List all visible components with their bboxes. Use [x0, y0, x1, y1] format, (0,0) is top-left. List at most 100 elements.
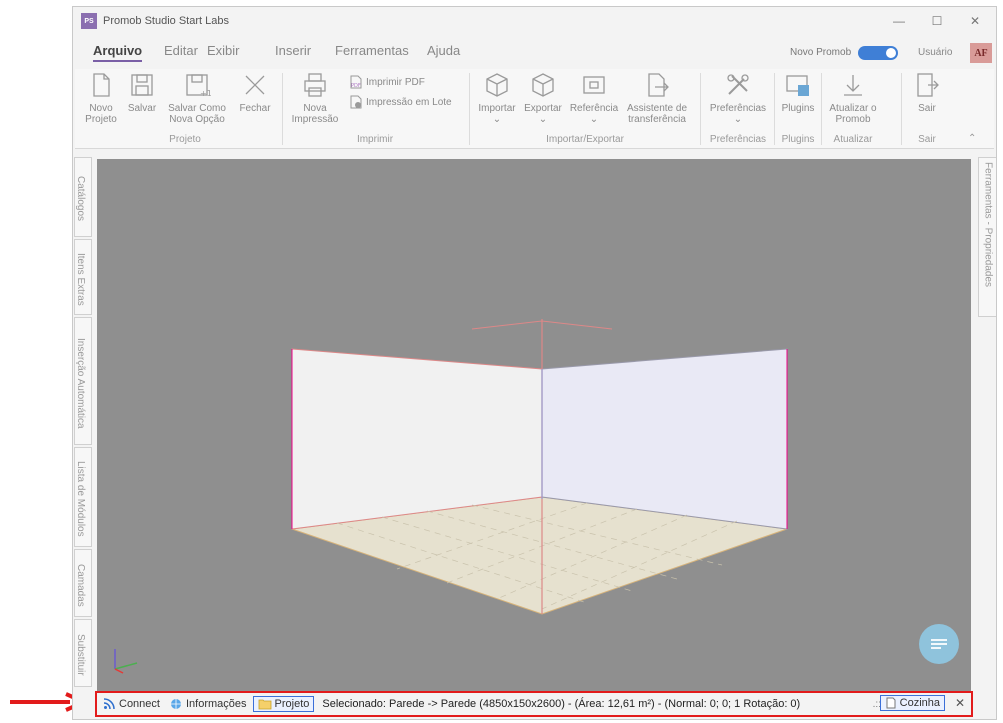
tab-camadas-label: Camadas	[75, 563, 86, 607]
imprimir-pdf-button[interactable]: PDF Imprimir PDF	[349, 75, 425, 89]
menu-ferramentas[interactable]: Ferramentas	[335, 43, 409, 58]
importar-label: Importar	[478, 103, 516, 114]
menu-inserir[interactable]: Inserir	[275, 43, 311, 58]
left-wall	[291, 348, 543, 530]
ribbon-divider	[901, 73, 902, 145]
globe-icon	[170, 698, 182, 710]
projeto-button[interactable]: Projeto	[252, 696, 315, 712]
app-window: PS Promob Studio Start Labs — ☐ ✕ Arquiv…	[72, 6, 997, 720]
nova-impressao-button[interactable]: Nova Impressão	[289, 71, 341, 125]
environment-button[interactable]: Cozinha	[879, 695, 945, 711]
avatar[interactable]: AF	[970, 43, 992, 63]
close-button[interactable]: ✕	[956, 7, 994, 35]
referencia-button[interactable]: Referência ⌄	[567, 71, 621, 125]
chevron-down-icon: ⌄	[492, 114, 502, 125]
group-imprimir-label: Imprimir	[356, 134, 394, 145]
impressao-lote-button[interactable]: Impressão em Lote	[349, 95, 452, 109]
impressao-lote-label: Impressão em Lote	[366, 96, 452, 108]
group-atualizar-label: Atualizar	[833, 134, 873, 145]
exportar-button[interactable]: Exportar ⌄	[521, 71, 565, 125]
connect-label: Connect	[119, 698, 160, 710]
exit-icon	[913, 71, 941, 99]
new-file-icon	[87, 71, 115, 99]
reference-icon	[580, 71, 608, 99]
save-icon	[128, 71, 156, 99]
salvar-label: Salvar	[127, 103, 157, 114]
tab-camadas[interactable]: Camadas	[74, 549, 92, 617]
export-cube-icon	[529, 71, 557, 99]
assistente-button[interactable]: Assistente de transferência	[623, 71, 691, 125]
selection-status-text: Selecionado: Parede -> Parede (4850x150x…	[322, 698, 801, 710]
chevron-down-icon: ⌄	[538, 114, 548, 125]
axis-indicator	[114, 649, 138, 674]
tab-catalogos[interactable]: Catálogos	[74, 157, 92, 237]
close-x-icon	[241, 71, 269, 99]
chevron-down-icon: ⌄	[733, 114, 743, 125]
menu-arquivo[interactable]: Arquivo	[93, 43, 143, 62]
salvar-button[interactable]: Salvar	[125, 71, 159, 114]
environment-label: Cozinha	[899, 697, 940, 709]
salvar-como-label: Salvar Como Nova Opção	[168, 103, 226, 125]
user-menu[interactable]: Usuário	[918, 47, 952, 58]
window-title: Promob Studio Start Labs	[103, 15, 229, 27]
pdf-icon: PDF	[349, 75, 363, 89]
title-bar: PS Promob Studio Start Labs — ☐ ✕	[73, 7, 996, 35]
folder-icon	[258, 698, 272, 710]
batch-print-icon	[349, 95, 363, 109]
exportar-label: Exportar	[524, 103, 562, 114]
preferencias-label: Preferências	[709, 103, 767, 114]
ribbon-divider	[282, 73, 283, 145]
novo-promob-toggle[interactable]	[858, 46, 898, 60]
novo-promob-label: Novo Promob	[790, 47, 852, 58]
minimize-button[interactable]: —	[880, 7, 918, 35]
novo-projeto-label: Novo Projeto	[85, 103, 117, 125]
app-logo-icon: PS	[81, 13, 97, 29]
statusbar-close-icon[interactable]: ✕	[955, 696, 965, 710]
importar-button[interactable]: Importar ⌄	[475, 71, 519, 125]
tab-insercao-label: Inserção Automática	[75, 337, 86, 429]
group-sair-label: Sair	[918, 134, 936, 145]
tools-icon	[724, 71, 752, 99]
tab-insercao-automatica[interactable]: Inserção Automática	[74, 317, 92, 445]
collapse-ribbon-icon[interactable]: ⌃	[968, 133, 976, 144]
group-projeto-label: Projeto	[169, 134, 201, 145]
sair-button[interactable]: Sair	[907, 71, 947, 114]
preferencias-button[interactable]: Preferências ⌄	[705, 71, 771, 125]
atualizar-button[interactable]: Atualizar o Promob	[825, 71, 881, 125]
fechar-label: Fechar	[239, 103, 271, 114]
maximize-button[interactable]: ☐	[918, 7, 956, 35]
room-scene	[114, 319, 788, 674]
svg-text:+1: +1	[200, 89, 211, 98]
sair-label: Sair	[918, 103, 936, 114]
plugins-label: Plugins	[781, 103, 815, 114]
informacoes-button[interactable]: Informações	[170, 698, 247, 710]
tab-lista-modulos[interactable]: Lista de Módulos	[74, 447, 92, 547]
atualizar-label: Atualizar o Promob	[829, 103, 877, 125]
tab-itens-extras-label: Itens Extras	[75, 252, 86, 306]
novo-projeto-button[interactable]: Novo Projeto	[83, 71, 119, 125]
tab-substituir[interactable]: Substituir	[74, 619, 92, 687]
nova-impressao-label: Nova Impressão	[291, 103, 339, 125]
plugins-button[interactable]: Plugins	[778, 71, 818, 114]
group-preferencias-label: Preferências	[709, 134, 767, 145]
tab-ferramentas-label: Ferramentas - Propriedades	[982, 162, 994, 288]
tab-itens-extras[interactable]: Itens Extras	[74, 239, 92, 315]
transfer-icon	[643, 71, 671, 99]
tab-ferramentas-propriedades[interactable]: Ferramentas - Propriedades	[978, 157, 996, 317]
imprimir-pdf-label: Imprimir PDF	[366, 76, 425, 88]
fechar-button[interactable]: Fechar	[237, 71, 273, 114]
ribbon-divider	[469, 73, 470, 145]
document-icon	[885, 697, 897, 709]
connect-button[interactable]: Connect	[103, 698, 160, 710]
menu-editar[interactable]: Editar	[164, 43, 198, 58]
status-bar: Connect Informações Projeto Selecionado:…	[95, 691, 973, 717]
chat-button[interactable]	[919, 624, 959, 664]
salvar-como-button[interactable]: +1 Salvar Como Nova Opção	[165, 71, 229, 125]
group-plugins-label: Plugins	[781, 134, 815, 145]
save-as-icon: +1	[183, 71, 212, 99]
menu-ajuda[interactable]: Ajuda	[427, 43, 460, 58]
download-icon	[839, 71, 867, 99]
ribbon-divider	[700, 73, 701, 145]
menu-exibir[interactable]: Exibir	[207, 43, 240, 58]
3d-viewport[interactable]	[97, 159, 971, 691]
